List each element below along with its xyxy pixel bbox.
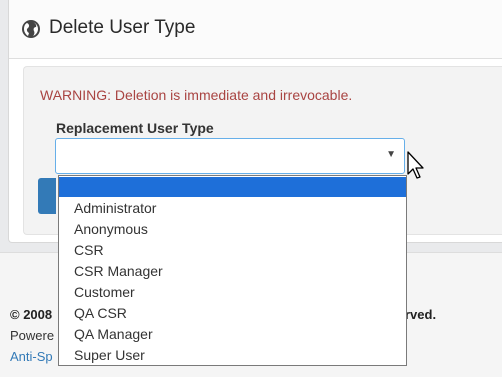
globe-icon (22, 20, 40, 38)
dropdown-option-qa-csr[interactable]: QA CSR (59, 303, 406, 324)
footer-powered-by: Powere (10, 328, 55, 343)
page-title: Delete User Type (49, 17, 196, 38)
footer-copyright: © 2008 (10, 307, 53, 322)
dropdown-option-anonymous[interactable]: Anonymous (59, 219, 406, 240)
dropdown-option-blank[interactable] (59, 177, 406, 197)
footer-anti-spam-link[interactable]: Anti-Sp (10, 349, 53, 364)
dropdown-option-qa-manager[interactable]: QA Manager (59, 324, 406, 345)
footer-rights: rved. (405, 307, 437, 322)
dropdown-option-administrator[interactable]: Administrator (59, 198, 406, 219)
dropdown-option-csr[interactable]: CSR (59, 240, 406, 261)
mouse-cursor-icon (407, 151, 424, 179)
dropdown-option-super-user[interactable]: Super User (59, 345, 406, 366)
warning-message: WARNING: Deletion is immediate and irrev… (40, 87, 353, 103)
user-type-dropdown-list[interactable]: Administrator Anonymous CSR CSR Manager … (58, 175, 407, 366)
dropdown-option-csr-manager[interactable]: CSR Manager (59, 261, 406, 282)
dropdown-option-customer[interactable]: Customer (59, 282, 406, 303)
delete-button[interactable] (38, 178, 56, 214)
replacement-user-type-select[interactable]: ▼ (55, 138, 405, 174)
panel-heading: Delete User Type (9, 0, 502, 59)
replacement-user-type-label: Replacement User Type (56, 120, 214, 136)
chevron-down-icon: ▼ (386, 149, 396, 160)
